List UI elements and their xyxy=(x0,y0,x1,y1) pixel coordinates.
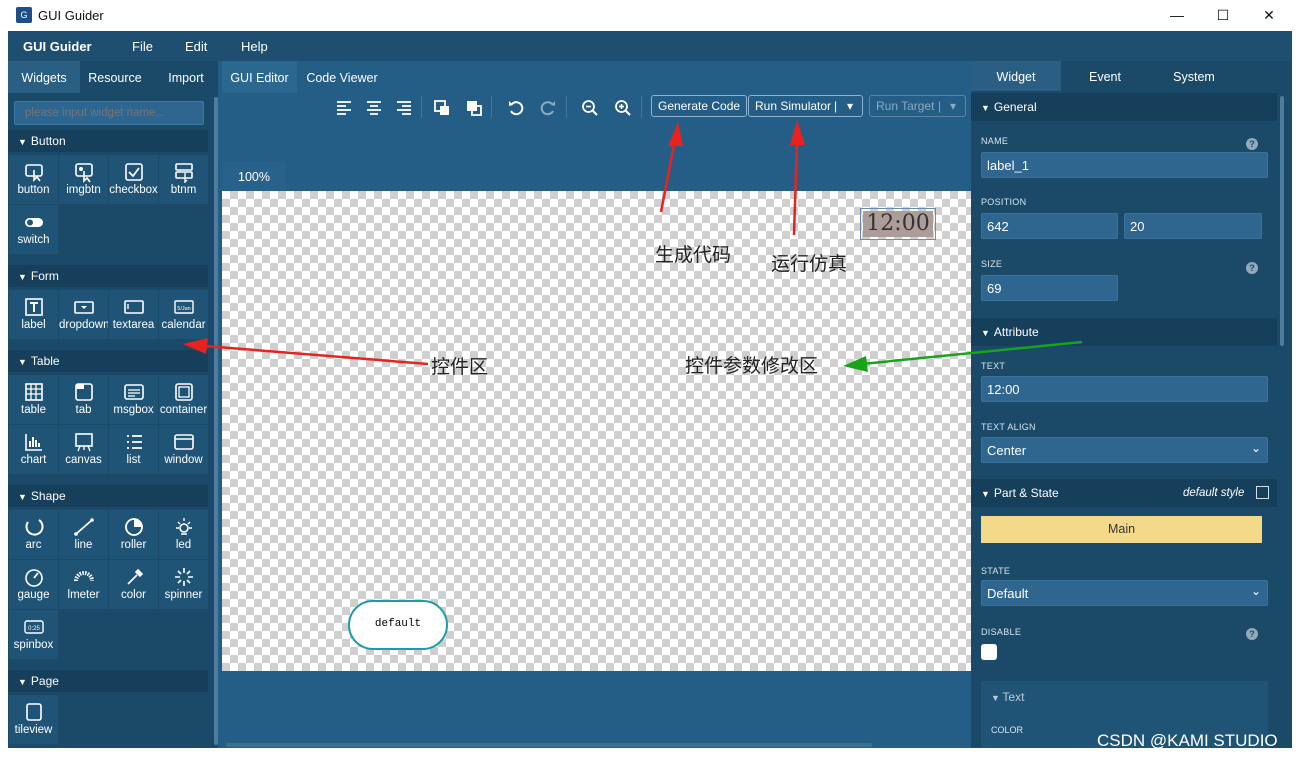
red-arrow-run-simulator xyxy=(790,120,805,236)
red-arrow-widget-area xyxy=(183,338,429,366)
red-arrow-generate-code xyxy=(659,122,683,213)
annotation-overlay xyxy=(183,120,1083,372)
annotation-widget-area: 控件区 xyxy=(431,356,489,378)
green-arrow-param-area xyxy=(843,340,1083,372)
csdn-watermark: CSDN @KAMI STUDIO xyxy=(1097,731,1278,750)
annotation-generate-code: 生成代码 xyxy=(655,244,732,266)
annotation-run-simulation: 运行仿真 xyxy=(771,253,848,275)
annotation-param-area: 控件参数修改区 xyxy=(685,355,819,377)
